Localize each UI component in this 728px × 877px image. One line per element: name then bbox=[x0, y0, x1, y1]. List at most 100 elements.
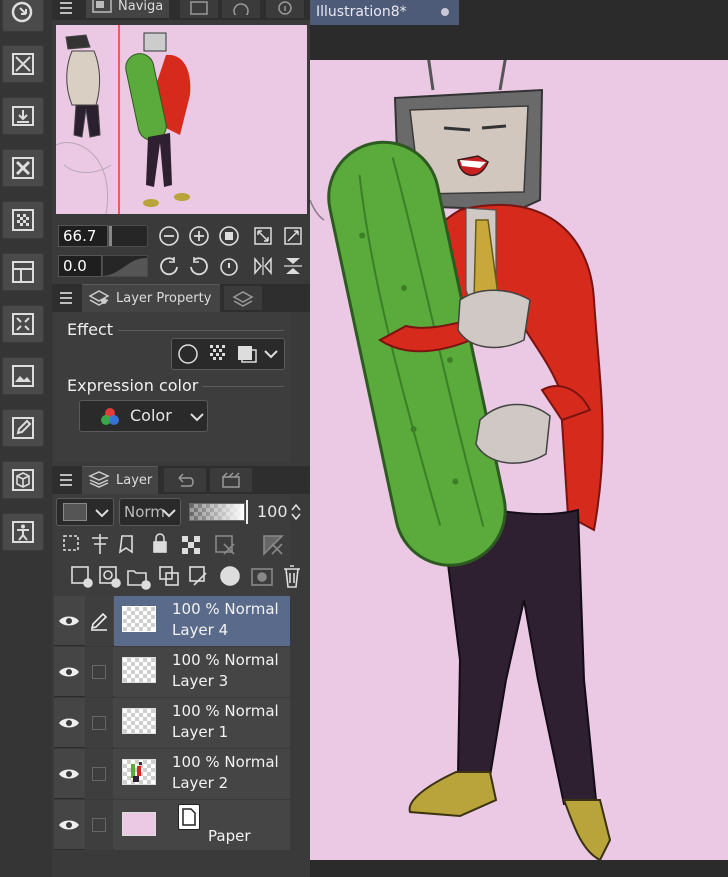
layer-color-select[interactable] bbox=[56, 498, 114, 526]
document-tab[interactable]: Illustration8* bbox=[310, 0, 459, 25]
tab-info[interactable] bbox=[266, 0, 304, 18]
layer-lock-checkbox[interactable] bbox=[85, 647, 113, 697]
edit-tool-icon[interactable] bbox=[2, 409, 44, 447]
layer-actions-toolbar bbox=[71, 565, 300, 590]
opacity-slider[interactable] bbox=[189, 503, 245, 521]
expression-color-label: Expression color bbox=[67, 376, 199, 395]
layer-row[interactable]: 100 % Normal Layer 2 bbox=[54, 749, 290, 799]
visibility-eye-icon[interactable] bbox=[54, 647, 84, 697]
reset-rotation-icon[interactable] bbox=[218, 255, 240, 277]
visibility-eye-icon[interactable] bbox=[54, 596, 84, 646]
crop-tool-icon[interactable] bbox=[2, 305, 44, 343]
layer-lock-checkbox[interactable] bbox=[85, 749, 113, 799]
layer-thumbnail bbox=[122, 759, 156, 785]
chevron-down-icon bbox=[190, 413, 204, 422]
rotate-left-icon[interactable] bbox=[158, 255, 180, 277]
layer-tab-icon bbox=[88, 470, 110, 492]
effect-label: Effect bbox=[67, 320, 114, 339]
tab-layer[interactable]: Layer bbox=[82, 466, 158, 494]
opacity-stepper-icon[interactable] bbox=[290, 502, 302, 522]
layer-row-main[interactable]: Paper bbox=[114, 800, 290, 850]
blend-mode-value: Norm bbox=[124, 503, 165, 521]
tab-sub-view[interactable] bbox=[180, 0, 218, 18]
reference-layer-icon bbox=[92, 534, 108, 554]
lock-transparent-icon bbox=[182, 536, 200, 554]
layer-name: Layer 2 bbox=[172, 774, 229, 792]
layer-row-main[interactable]: 100 % Normal Layer 2 bbox=[114, 749, 290, 799]
expression-color-select[interactable]: Color bbox=[79, 400, 208, 432]
rotation-slider[interactable] bbox=[102, 255, 148, 277]
layer-property-tab-icon bbox=[88, 288, 110, 310]
navigator-preview[interactable] bbox=[56, 25, 307, 214]
apply-mask-icon bbox=[251, 568, 273, 586]
figure-tool-icon[interactable] bbox=[2, 513, 44, 551]
canvas-paper[interactable] bbox=[310, 60, 728, 860]
tab-animation[interactable] bbox=[210, 468, 252, 492]
visibility-eye-icon[interactable] bbox=[54, 698, 84, 748]
zoom-slider-thumb[interactable] bbox=[109, 226, 112, 246]
new-vector-layer-icon bbox=[99, 566, 121, 588]
chevron-down-icon bbox=[162, 509, 176, 518]
zoom-tool-icon[interactable] bbox=[2, 0, 44, 32]
3d-tool-icon[interactable] bbox=[2, 461, 44, 499]
unsaved-dot-icon bbox=[441, 8, 449, 16]
blend-mode-select[interactable]: Norm bbox=[119, 498, 181, 526]
fit-stop-icon[interactable] bbox=[218, 225, 240, 247]
document-tab-title: Illustration8* bbox=[316, 4, 407, 20]
layer-row[interactable]: 100 % Normal Layer 4 bbox=[54, 596, 290, 646]
layer-name: Layer 4 bbox=[172, 621, 229, 639]
tab-color-wheel[interactable] bbox=[222, 0, 260, 18]
zoom-in-icon[interactable] bbox=[188, 225, 210, 247]
layer-row-main[interactable]: 100 % Normal Layer 1 bbox=[114, 698, 290, 748]
layer-row-main[interactable]: 100 % Normal Layer 4 bbox=[114, 596, 290, 646]
new-folder-icon bbox=[127, 570, 151, 590]
new-raster-layer-icon bbox=[71, 566, 93, 588]
layer-row[interactable]: Paper bbox=[54, 800, 290, 850]
main-figure-thumb bbox=[125, 32, 191, 207]
opacity-value[interactable]: 100 bbox=[257, 502, 288, 521]
visibility-eye-icon[interactable] bbox=[54, 800, 84, 850]
layer-color-effect-icon bbox=[238, 346, 252, 360]
zoom-value-field[interactable]: 66.7 bbox=[58, 225, 108, 247]
chevron-down-icon bbox=[95, 509, 109, 518]
transfer-to-lower-layer-icon bbox=[159, 566, 179, 586]
layer-row[interactable]: 100 % Normal Layer 1 bbox=[54, 698, 290, 748]
flip-vertical-icon[interactable] bbox=[282, 255, 304, 277]
layer-row[interactable]: 100 % Normal Layer 3 bbox=[54, 647, 290, 697]
flip-horizontal-icon[interactable] bbox=[252, 255, 274, 277]
tab-history[interactable] bbox=[164, 468, 206, 492]
layer-row-main[interactable]: 100 % Normal Layer 3 bbox=[114, 647, 290, 697]
rotate-right-icon[interactable] bbox=[188, 255, 210, 277]
clear-tool-icon[interactable] bbox=[2, 149, 44, 187]
layer-name: Layer 3 bbox=[172, 672, 229, 690]
tool-strip bbox=[0, 0, 52, 877]
layer-lock-checkbox[interactable] bbox=[85, 698, 113, 748]
opacity-slider-thumb[interactable] bbox=[246, 500, 248, 524]
rotation-value-field[interactable]: 0.0 bbox=[58, 255, 102, 277]
grip-icon[interactable] bbox=[60, 292, 72, 304]
grip-icon[interactable] bbox=[60, 2, 72, 14]
navigator-tabbar: Naviga bbox=[52, 0, 310, 20]
tab-layer-search[interactable] bbox=[224, 286, 262, 310]
lock-icon bbox=[153, 541, 167, 553]
grip-icon[interactable] bbox=[60, 474, 72, 486]
delete-layer-icon bbox=[284, 565, 300, 588]
effect-selector[interactable] bbox=[171, 338, 285, 370]
edit-pen-icon[interactable] bbox=[85, 596, 113, 646]
layer-lock-checkbox[interactable] bbox=[85, 800, 113, 850]
visibility-eye-icon[interactable] bbox=[54, 749, 84, 799]
zoom-slider[interactable] bbox=[108, 225, 148, 247]
fit-window-icon[interactable] bbox=[252, 225, 274, 247]
actual-size-icon[interactable] bbox=[282, 225, 304, 247]
tab-navigator[interactable]: Naviga bbox=[86, 0, 170, 18]
image-tool-icon[interactable] bbox=[2, 357, 44, 395]
layer-blend-info: 100 % Normal bbox=[172, 651, 279, 669]
zoom-out-icon[interactable] bbox=[158, 225, 180, 247]
transform-tool-icon[interactable] bbox=[2, 45, 44, 83]
import-tool-icon[interactable] bbox=[2, 97, 44, 135]
frame-tool-icon[interactable] bbox=[2, 253, 44, 291]
tone-tool-icon[interactable] bbox=[2, 201, 44, 239]
layer-thumbnail bbox=[122, 708, 156, 734]
sketch-figure bbox=[56, 34, 112, 214]
tab-layer-property[interactable]: Layer Property bbox=[82, 284, 220, 312]
